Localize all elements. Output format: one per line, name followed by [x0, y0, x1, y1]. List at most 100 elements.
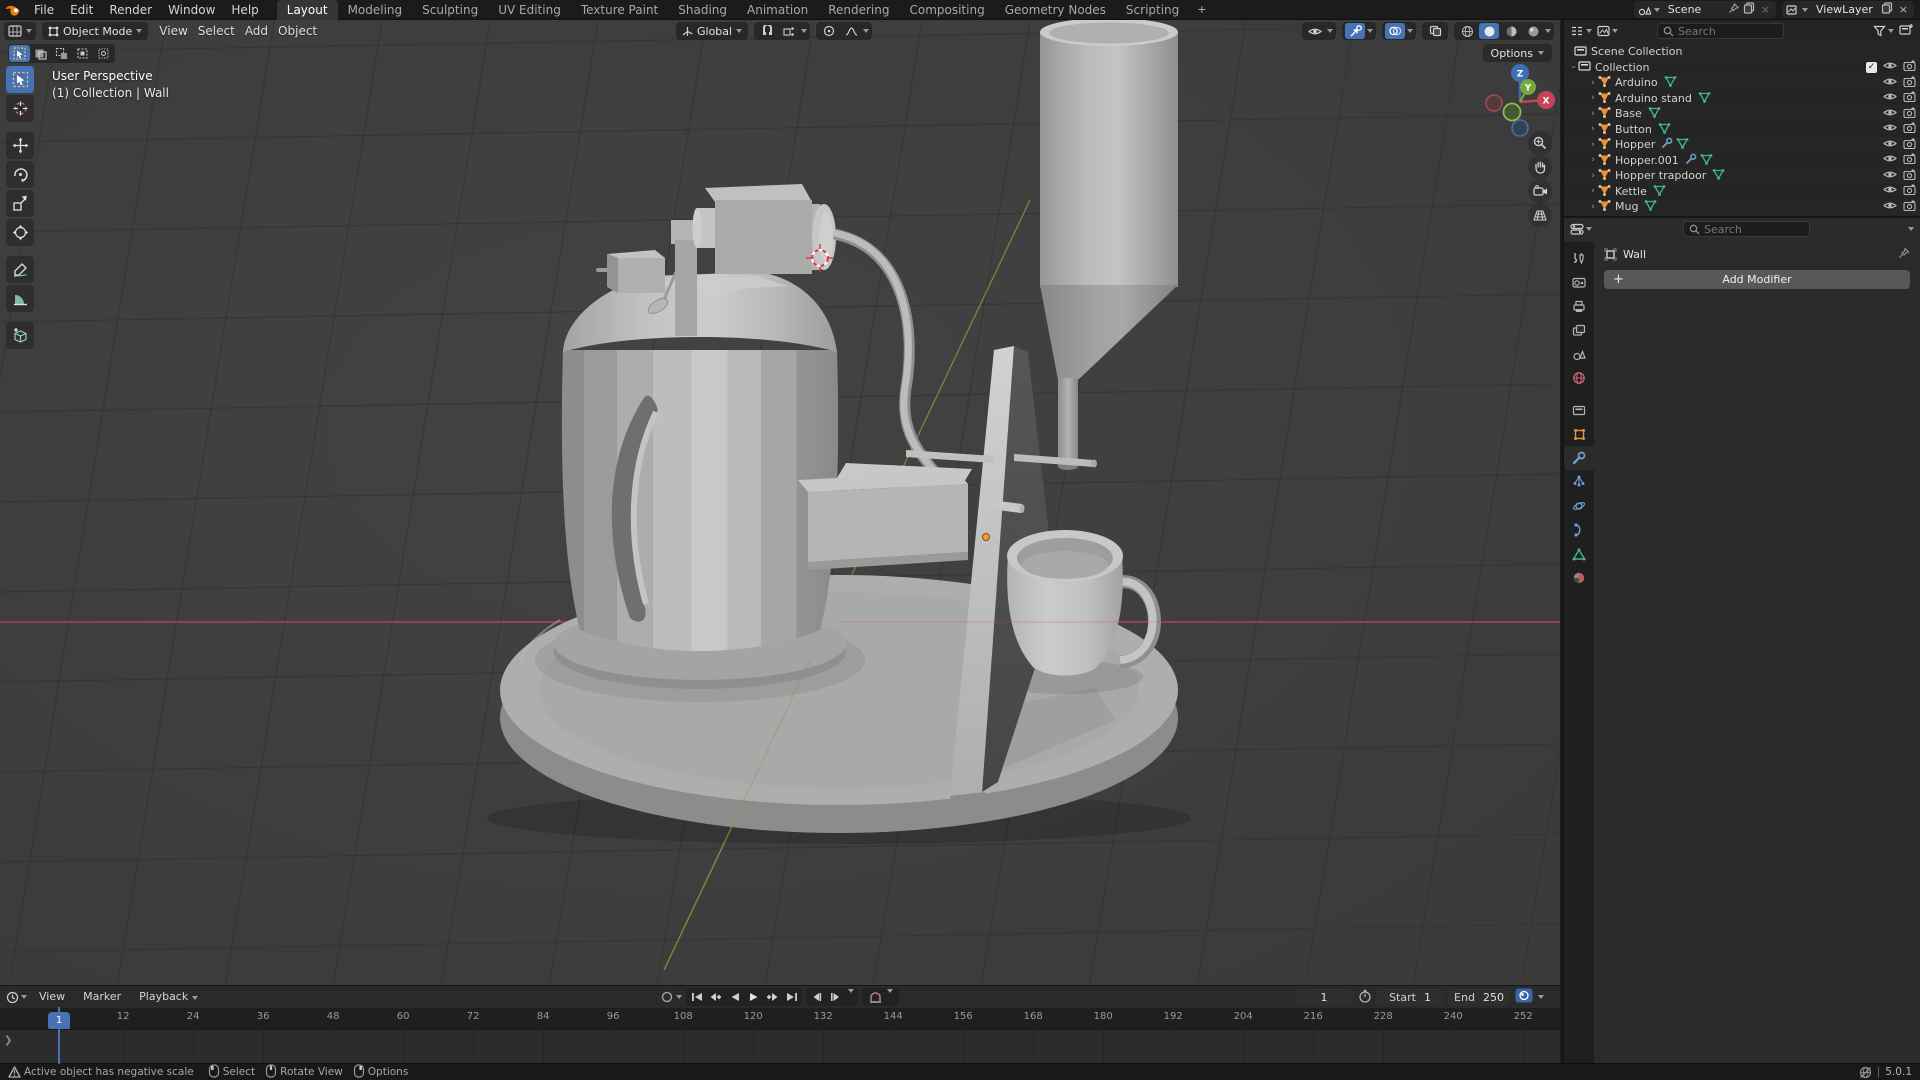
- next-frame-button[interactable]: [826, 989, 845, 1005]
- shading-material-icon[interactable]: [1501, 23, 1521, 39]
- tool-cursor[interactable]: [6, 95, 34, 122]
- outliner-filter-button[interactable]: [1873, 25, 1894, 37]
- falloff-curve-icon[interactable]: [841, 23, 861, 39]
- outliner-search[interactable]: [1657, 23, 1784, 39]
- workspace-tab-animation[interactable]: Animation: [737, 0, 818, 20]
- properties-options-chevron[interactable]: [1908, 227, 1914, 231]
- expand-chevron[interactable]: ›: [1588, 202, 1598, 212]
- select-mode-group[interactable]: [8, 44, 115, 63]
- tool-move[interactable]: [6, 132, 34, 159]
- outliner-row[interactable]: Scene Collection: [1564, 44, 1920, 60]
- disable-render-icon[interactable]: [1903, 76, 1916, 90]
- hide-eye-icon[interactable]: [1883, 60, 1897, 74]
- object-name[interactable]: Base: [1615, 107, 1642, 120]
- select-mode-subtract[interactable]: [72, 45, 93, 62]
- tool-select-box[interactable]: [6, 66, 34, 93]
- tab-material[interactable]: [1564, 566, 1594, 590]
- viewport-3d[interactable]: Object Mode ViewSelectAddObject Global: [0, 20, 1560, 985]
- tool-transform[interactable]: [6, 219, 34, 246]
- disable-render-icon[interactable]: [1903, 184, 1916, 198]
- perspective-toggle-button[interactable]: [1528, 203, 1552, 227]
- hide-eye-icon[interactable]: [1883, 153, 1897, 167]
- disable-render-icon[interactable]: [1903, 169, 1916, 183]
- hide-eye-icon[interactable]: [1883, 184, 1897, 198]
- snapping-group[interactable]: [754, 22, 810, 40]
- hide-eye-icon[interactable]: [1883, 169, 1897, 183]
- tool-add-cube[interactable]: [6, 322, 34, 349]
- zoom-button[interactable]: [1528, 131, 1552, 155]
- add-modifier-button[interactable]: + Add Modifier: [1604, 270, 1910, 289]
- breadcrumb-object-name[interactable]: Wall: [1623, 248, 1646, 261]
- expand-chevron[interactable]: ›: [1588, 78, 1598, 88]
- viewport-menu-select[interactable]: Select: [193, 24, 240, 38]
- navigation-axis-gizmo[interactable]: Z X Y: [1478, 60, 1560, 144]
- disable-render-icon[interactable]: [1903, 200, 1916, 214]
- outliner-row-hopper[interactable]: ›Hopper: [1564, 137, 1920, 153]
- editor-type-button[interactable]: [4, 22, 36, 40]
- disable-render-icon[interactable]: [1903, 60, 1916, 74]
- tab-scene[interactable]: [1564, 342, 1594, 366]
- outliner-row-hopper-001[interactable]: › Hopper.001: [1564, 153, 1920, 169]
- expand-chevron[interactable]: ›: [1588, 109, 1598, 119]
- object-name[interactable]: Kettle: [1615, 185, 1647, 198]
- current-frame-indicator[interactable]: 1: [48, 1012, 70, 1029]
- expand-chevron[interactable]: ›: [1588, 155, 1598, 165]
- new-view-layer-icon[interactable]: [1881, 2, 1893, 17]
- object-name[interactable]: Arduino: [1615, 76, 1658, 89]
- object-name[interactable]: Hopper: [1615, 138, 1655, 151]
- outliner-row-button[interactable]: ›Button: [1564, 122, 1920, 138]
- select-mode-intersect[interactable]: [93, 45, 114, 62]
- timeline-ruler[interactable]: 1 12243648607284961081201321441561681801…: [0, 1008, 1560, 1030]
- show-object-types-group[interactable]: [1302, 22, 1336, 40]
- workspace-tab-modeling[interactable]: Modeling: [338, 0, 413, 20]
- new-scene-icon[interactable]: [1743, 2, 1755, 17]
- proportional-editing-icon[interactable]: [819, 23, 839, 39]
- gizmos-toggle-group[interactable]: [1342, 22, 1376, 40]
- scene-name[interactable]: Scene: [1664, 3, 1724, 16]
- viewport-canvas[interactable]: [0, 20, 1560, 985]
- outliner-search-input[interactable]: [1678, 25, 1778, 38]
- object-name[interactable]: Arduino stand: [1615, 92, 1692, 105]
- prev-keyframe-button[interactable]: [706, 989, 725, 1005]
- jump-to-start-button[interactable]: [687, 989, 706, 1005]
- outliner-row[interactable]: ›Collection✓: [1564, 60, 1920, 76]
- tool-scale[interactable]: [6, 190, 34, 217]
- menu-file[interactable]: File: [26, 0, 62, 20]
- tool-rotate[interactable]: [6, 161, 34, 188]
- hide-eye-icon[interactable]: [1883, 91, 1897, 105]
- collection-checkbox[interactable]: ✓: [1866, 62, 1877, 73]
- properties-search[interactable]: [1683, 221, 1810, 237]
- timeline-menu-marker[interactable]: Marker: [75, 987, 129, 1007]
- arduino-object[interactable]: [798, 463, 972, 570]
- next-keyframe-button[interactable]: [763, 989, 782, 1005]
- add-workspace-button[interactable]: +: [1189, 0, 1214, 20]
- new-collection-button[interactable]: [1899, 23, 1914, 39]
- outliner-row-kettle[interactable]: ›Kettle: [1564, 184, 1920, 200]
- workspace-tab-scripting[interactable]: Scripting: [1116, 0, 1189, 20]
- hide-eye-icon[interactable]: [1883, 107, 1897, 121]
- outliner-row-mug[interactable]: ›Mug: [1564, 199, 1920, 215]
- workspace-tab-compositing[interactable]: Compositing: [899, 0, 994, 20]
- object-name[interactable]: Hopper.001: [1615, 154, 1679, 167]
- xray-toggle[interactable]: [1422, 22, 1448, 40]
- snap-magnet-icon[interactable]: [757, 23, 777, 39]
- camera-view-button[interactable]: [1528, 179, 1552, 203]
- workspace-tab-uv-editing[interactable]: UV Editing: [488, 0, 571, 20]
- disable-render-icon[interactable]: [1903, 107, 1916, 121]
- select-mode-box[interactable]: [30, 45, 51, 62]
- collapse-chevron[interactable]: ›: [1568, 62, 1578, 72]
- expand-chevron[interactable]: ›: [1588, 171, 1598, 181]
- disable-render-icon[interactable]: [1903, 122, 1916, 136]
- tab-view-layer[interactable]: [1564, 318, 1594, 342]
- gizmo-x-neg-axis[interactable]: [1486, 95, 1502, 111]
- tab-physics[interactable]: [1564, 494, 1594, 518]
- tab-particles[interactable]: [1564, 470, 1594, 494]
- disable-render-icon[interactable]: [1903, 91, 1916, 105]
- shading-rendered-icon[interactable]: [1523, 23, 1543, 39]
- tab-tool[interactable]: [1564, 246, 1594, 270]
- tab-modifiers[interactable]: [1564, 446, 1594, 470]
- tab-output[interactable]: [1564, 294, 1594, 318]
- tool-annotate[interactable]: [6, 256, 34, 283]
- outliner-row-hopper-trapdoor[interactable]: ›Hopper trapdoor: [1564, 168, 1920, 184]
- menu-help[interactable]: Help: [223, 0, 266, 20]
